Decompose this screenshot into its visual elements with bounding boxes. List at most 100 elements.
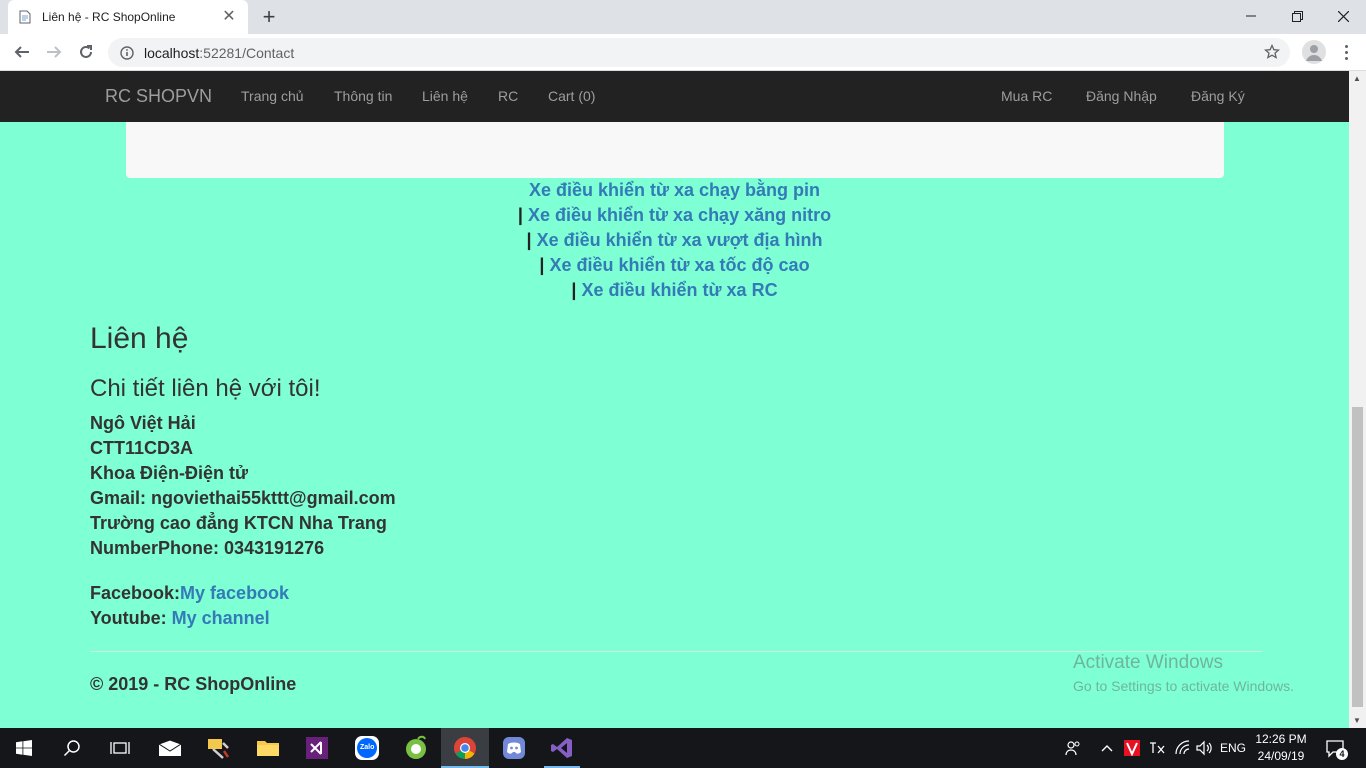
tray-volume[interactable] — [1194, 728, 1214, 768]
taskbar-visual-studio[interactable] — [293, 728, 341, 768]
category-link-battery[interactable]: Xe điều khiển từ xa chạy bằng pin — [529, 180, 820, 200]
mail-icon — [158, 739, 182, 756]
bookmark-star-icon[interactable] — [1262, 42, 1282, 62]
antivirus-icon — [1124, 740, 1140, 756]
watermark-title: Activate Windows — [1073, 652, 1223, 673]
category-separator: | — [517, 205, 523, 225]
taskbar-file-explorer[interactable] — [244, 728, 292, 768]
youtube-row: Youtube: My channel — [90, 606, 289, 631]
start-button[interactable] — [0, 728, 48, 768]
page-favicon-icon — [18, 9, 32, 25]
notification-badge: 4 — [1336, 748, 1348, 760]
wifi-icon — [1175, 740, 1190, 755]
search-button[interactable] — [48, 728, 96, 768]
coccoc-browser-icon — [406, 735, 426, 759]
task-view-button[interactable] — [96, 728, 144, 768]
page-subtitle: Chi tiết liên hệ với tôi! — [90, 375, 321, 402]
tab-title: Liên hệ - RC ShopOnline — [42, 10, 176, 24]
back-button[interactable] — [9, 39, 35, 65]
url-path: :52281/Contact — [199, 44, 295, 61]
watermark-subtitle: Go to Settings to activate Windows. — [1073, 678, 1294, 694]
footer-copyright: © 2019 - RC ShopOnline — [90, 674, 297, 694]
zalo-label: Zalo — [360, 744, 375, 751]
nav-link-contact[interactable]: Liên hệ — [422, 88, 468, 104]
browser-tab-strip: Liên hệ - RC ShopOnline ✕ + — [0, 0, 1366, 34]
taskbar-mail[interactable] — [146, 728, 194, 768]
scroll-up-arrow-icon[interactable]: ▲ — [1353, 74, 1361, 83]
browser-tab[interactable]: Liên hệ - RC ShopOnline ✕ — [8, 0, 248, 34]
page-title: Liên hệ — [90, 322, 189, 355]
nav-link-register[interactable]: Đăng Ký — [1191, 88, 1245, 104]
taskbar-clock[interactable]: 12:26 PM 24/09/19 — [1248, 731, 1314, 765]
info-icon[interactable] — [120, 45, 134, 60]
category-link-nitro[interactable]: Xe điều khiển từ xa chạy xăng nitro — [528, 205, 831, 225]
minimize-button[interactable] — [1228, 0, 1274, 32]
clock-date: 24/09/19 — [1257, 749, 1305, 763]
facebook-label: Facebook: — [90, 583, 181, 603]
visual-studio-icon — [306, 737, 328, 759]
category-link-rc[interactable]: Xe điều khiển từ xa RC — [581, 280, 777, 300]
restore-button[interactable] — [1274, 0, 1320, 32]
contact-details: Ngô Việt Hải CTT11CD3A Khoa Điện-Điện tử… — [90, 411, 396, 561]
taskbar-chrome[interactable] — [441, 728, 489, 768]
tray-language[interactable]: ENG — [1216, 728, 1250, 768]
close-window-button[interactable] — [1320, 0, 1366, 32]
facebook-link[interactable]: My facebook — [180, 583, 289, 603]
nav-link-about[interactable]: Thông tin — [334, 88, 392, 104]
contact-school: Trường cao đẳng KTCN Nha Trang — [90, 513, 387, 533]
back-arrow-icon — [14, 46, 29, 58]
social-links: Facebook:My facebook Youtube: My channel — [90, 581, 289, 631]
chrome-icon — [454, 737, 476, 759]
category-separator: | — [526, 230, 532, 250]
scroll-down-arrow-icon[interactable]: ▼ — [1353, 716, 1361, 725]
page-scrollbar[interactable]: ▲ ▼ — [1349, 71, 1366, 728]
nav-link-buy-rc[interactable]: Mua RC — [1001, 88, 1052, 104]
tray-antivirus[interactable] — [1122, 728, 1142, 768]
volume-icon — [1196, 740, 1212, 756]
category-link-highspeed[interactable]: Xe điều khiển từ xa tốc độ cao — [549, 255, 809, 275]
nav-link-rc[interactable]: RC — [498, 88, 518, 104]
contact-class: CTT11CD3A — [90, 438, 194, 458]
taskbar-coccoc[interactable] — [392, 728, 440, 768]
youtube-link[interactable]: My channel — [172, 608, 270, 628]
tray-wifi[interactable] — [1172, 728, 1194, 768]
site-navbar: RC SHOPVN Trang chủ Thông tin Liên hệ RC… — [0, 71, 1349, 122]
category-line: | Xe điều khiển từ xa tốc độ cao — [0, 253, 1349, 278]
new-tab-button[interactable]: + — [256, 4, 282, 30]
forward-arrow-icon — [47, 46, 62, 58]
windows-logo-icon — [16, 740, 32, 756]
scrollbar-thumb[interactable] — [1352, 407, 1363, 707]
profile-avatar-icon[interactable] — [1302, 40, 1326, 64]
visual-studio-icon — [551, 738, 572, 758]
tab-close-icon[interactable]: ✕ — [220, 8, 238, 26]
tray-overflow[interactable] — [1098, 728, 1116, 768]
contact-phone: NumberPhone: 0343191276 — [90, 538, 325, 558]
taskbar-zalo[interactable]: Zalo — [343, 728, 391, 768]
taskbar-visual-studio-2[interactable] — [538, 728, 586, 768]
activate-windows-watermark: Activate Windows Go to Settings to activ… — [1073, 652, 1294, 694]
nav-link-home[interactable]: Trang chủ — [241, 88, 304, 104]
tray-people[interactable] — [1062, 728, 1084, 768]
action-center-button[interactable]: 4 — [1320, 728, 1350, 768]
url-text: localhost:52281/Contact — [144, 45, 294, 61]
category-link-offroad[interactable]: Xe điều khiển từ xa vượt địa hình — [537, 230, 823, 250]
content-panel — [126, 122, 1224, 178]
contact-department: Khoa Điện-Điện tử — [90, 463, 249, 483]
tray-input-method[interactable] — [1146, 728, 1168, 768]
reload-button[interactable] — [73, 39, 99, 65]
task-view-icon — [110, 742, 130, 754]
clock-time: 12:26 PM — [1255, 732, 1307, 746]
address-bar[interactable]: localhost:52281/Contact — [108, 38, 1290, 67]
nav-link-login[interactable]: Đăng Nhập — [1086, 88, 1157, 104]
taskbar-tools[interactable] — [194, 728, 242, 768]
taskbar-discord[interactable] — [490, 728, 538, 768]
contact-name: Ngô Việt Hải — [90, 413, 196, 433]
site-brand[interactable]: RC SHOPVN — [105, 86, 212, 107]
category-line: | Xe điều khiển từ xa RC — [0, 278, 1349, 303]
category-line: Xe điều khiển từ xa chạy bằng pin — [0, 178, 1349, 203]
category-separator: | — [539, 255, 545, 275]
contact-gmail: Gmail: ngoviethai55kttt@gmail.com — [90, 488, 396, 508]
forward-button[interactable] — [41, 39, 67, 65]
browser-menu-icon[interactable] — [1336, 40, 1356, 64]
nav-link-cart[interactable]: Cart (0) — [548, 88, 595, 104]
